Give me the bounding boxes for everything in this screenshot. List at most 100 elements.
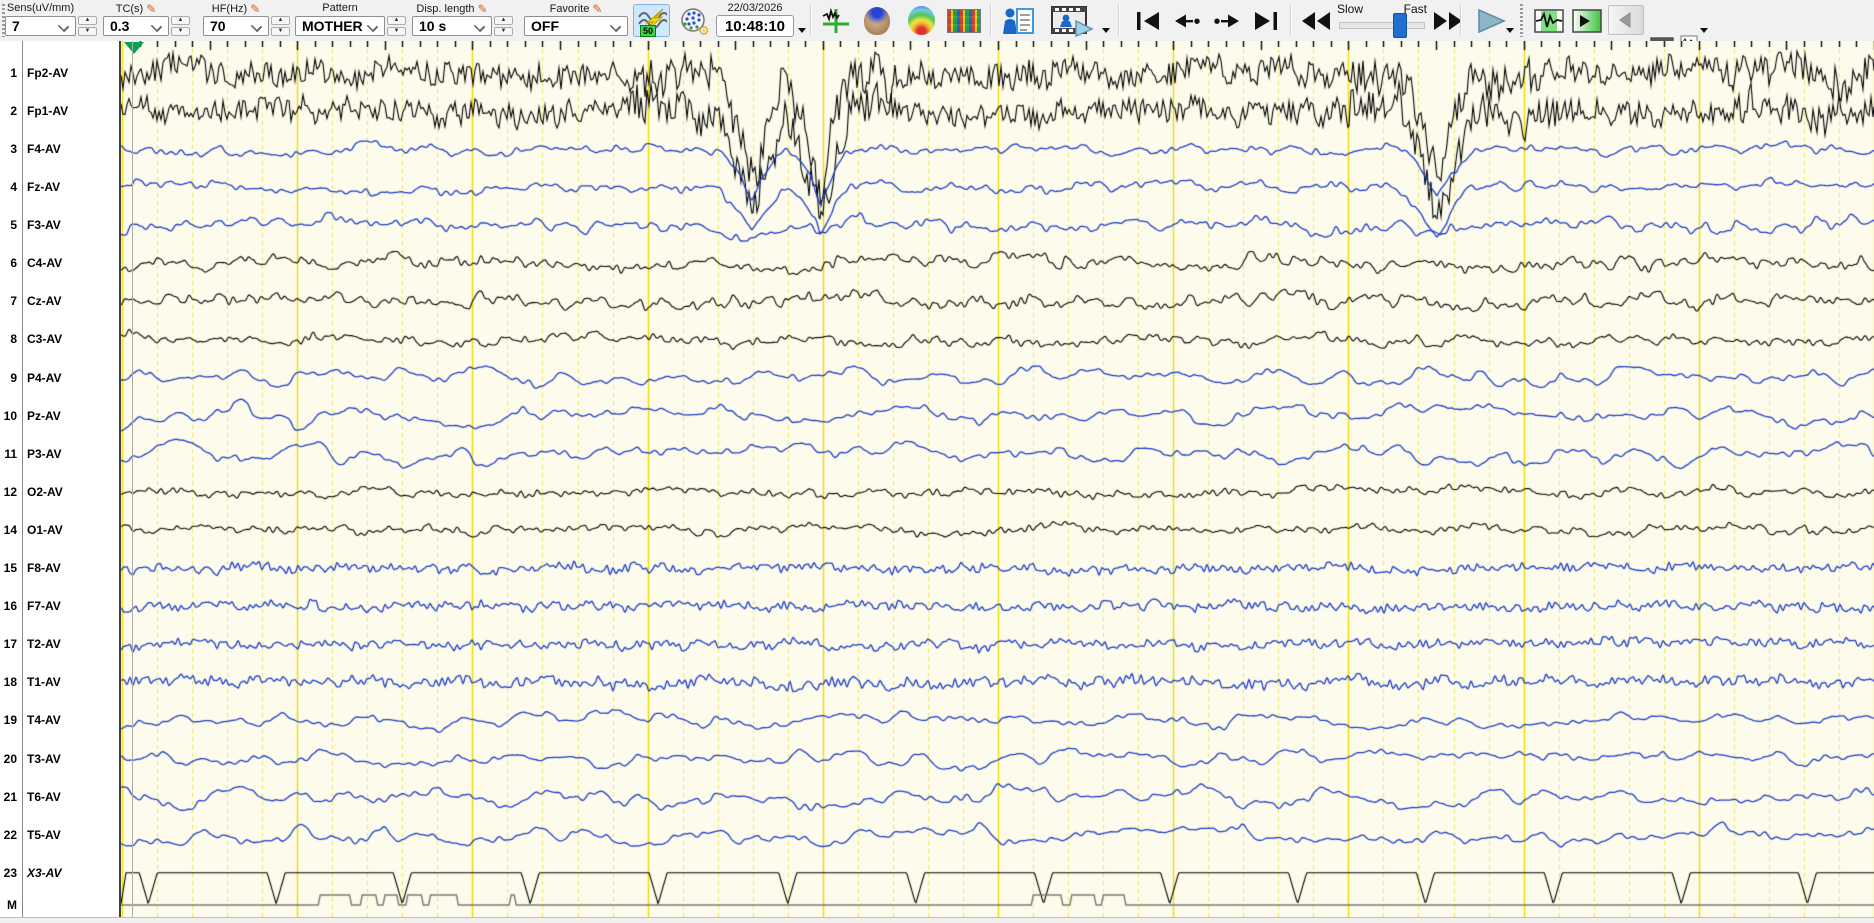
chevron-down-icon <box>366 20 379 33</box>
sens-label: Sens(uV/mm) <box>6 2 75 14</box>
channel-number: 18 <box>3 675 17 690</box>
channel-row[interactable]: 21 T6-AV <box>0 788 119 806</box>
channel-label: Pz-AV <box>27 408 61 423</box>
hf-spinner[interactable]: ▲ ▼ <box>271 16 290 36</box>
patient-info-icon <box>1003 7 1034 34</box>
channel-row[interactable]: 20 T3-AV <box>0 750 119 768</box>
channel-row[interactable]: 7 Cz-AV <box>0 292 119 310</box>
chevron-down-icon <box>609 20 622 33</box>
pattern-combobox[interactable]: MOTHER <box>295 16 385 36</box>
sens-up-button[interactable]: ▲ <box>78 16 97 25</box>
channel-label-panel: 1 Fp2-AV 2 Fp1-AV 3 F4-AV 4 Fz-AV 5 F3-AV 6 C4-AV 7 C… <box>0 41 119 917</box>
fast-forward-button[interactable] <box>1428 4 1468 37</box>
favorite-combobox[interactable]: OFF <box>524 16 628 36</box>
rewind-icon <box>1302 11 1330 30</box>
electrode-montage-button[interactable]: ⚙ <box>673 4 715 37</box>
hf-combobox[interactable]: 70 <box>203 16 269 36</box>
sens-value: 7 <box>12 18 20 34</box>
disp-down-button[interactable]: ▼ <box>494 27 513 36</box>
next-page-button[interactable] <box>1208 4 1246 37</box>
pattern-up-button[interactable]: ▲ <box>387 16 406 25</box>
marker-channel-row[interactable]: M <box>0 896 119 914</box>
previous-page-button[interactable] <box>1168 4 1206 37</box>
disp-up-button[interactable]: ▲ <box>494 16 513 25</box>
last-page-button[interactable] <box>1248 4 1284 37</box>
head-3d-icon <box>864 6 890 35</box>
label-divider <box>22 41 23 917</box>
channel-row[interactable]: 2 Fp1-AV <box>0 102 119 120</box>
disp-length-value: 10 s <box>419 18 447 34</box>
toolbar-grip[interactable] <box>1520 4 1523 37</box>
patient-info-button[interactable] <box>998 4 1040 37</box>
channel-row[interactable]: 5 F3-AV <box>0 216 119 234</box>
channel-number: 8 <box>10 332 17 347</box>
channel-row[interactable]: 8 C3-AV <box>0 330 119 348</box>
sens-combobox[interactable]: 7 <box>5 16 76 36</box>
disp-length-spinner[interactable]: ▲ ▼ <box>494 16 513 36</box>
sens-down-button[interactable]: ▼ <box>78 27 97 36</box>
eeg-plot-area <box>119 41 1874 917</box>
speed-slider-track[interactable] <box>1339 22 1425 29</box>
notch-filter-button[interactable]: 50 <box>633 4 670 37</box>
channel-row[interactable]: 18 T1-AV <box>0 673 119 691</box>
channel-row[interactable]: 17 T2-AV <box>0 635 119 653</box>
speed-slider-handle[interactable] <box>1393 13 1407 38</box>
play-dropdown-arrow[interactable] <box>1506 28 1514 33</box>
clip-dropdown-arrow[interactable] <box>1700 28 1708 33</box>
channel-label: T4-AV <box>27 713 61 728</box>
channel-row[interactable]: 10 Pz-AV <box>0 407 119 425</box>
time-dropdown-arrow[interactable] <box>798 28 806 33</box>
tc-combobox[interactable]: 0.3 <box>103 16 169 36</box>
channel-row[interactable]: 3 F4-AV <box>0 140 119 158</box>
pattern-spinner[interactable]: ▲ ▼ <box>387 16 406 36</box>
channel-number: 6 <box>10 256 17 271</box>
pattern-down-button[interactable]: ▼ <box>387 27 406 36</box>
tc-down-button[interactable]: ▼ <box>171 27 190 36</box>
edit-pencil-icon[interactable]: ✎ <box>250 2 260 16</box>
rewind-button[interactable] <box>1296 4 1336 37</box>
disp-length-label: Disp. length ✎ <box>416 2 488 16</box>
channel-row[interactable]: 23 X3-AV <box>0 864 119 882</box>
channel-row[interactable]: 12 O2-AV <box>0 483 119 501</box>
edit-pencil-icon[interactable]: ✎ <box>592 2 602 16</box>
channel-number: 21 <box>3 789 17 804</box>
channel-row[interactable]: 14 O1-AV <box>0 521 119 539</box>
channel-label: Fz-AV <box>27 180 61 194</box>
edit-pencil-icon[interactable]: ✎ <box>478 2 488 16</box>
first-page-button[interactable] <box>1130 4 1166 37</box>
channel-row[interactable]: 9 P4-AV <box>0 369 119 387</box>
eeg-segment-button[interactable] <box>1532 4 1566 37</box>
head-3d-map-button[interactable] <box>858 4 896 37</box>
channel-row[interactable]: 19 T4-AV <box>0 711 119 729</box>
channel-row[interactable]: 6 C4-AV <box>0 254 119 272</box>
topographic-map-button[interactable] <box>902 4 940 37</box>
eeg-traces-canvas[interactable] <box>121 41 1874 917</box>
video-dropdown-arrow[interactable] <box>1102 28 1110 33</box>
step-back-disabled-button[interactable] <box>1608 5 1644 35</box>
chevron-down-icon <box>57 20 70 33</box>
channel-row[interactable]: 4 Fz-AV <box>0 178 119 196</box>
tc-up-button[interactable]: ▲ <box>171 16 190 25</box>
sens-spinner[interactable]: ▲ ▼ <box>78 16 97 36</box>
channel-label: Fp2-AV <box>27 65 69 80</box>
topo-map-icon <box>907 6 935 35</box>
disp-length-combobox[interactable]: 10 s <box>412 16 492 36</box>
chevron-down-icon <box>250 20 263 33</box>
position-marker-icon[interactable] <box>124 42 144 54</box>
channel-row[interactable]: 16 F7-AV <box>0 597 119 615</box>
tc-spinner[interactable]: ▲ ▼ <box>171 16 190 36</box>
channel-label: Cz-AV <box>27 294 62 309</box>
play-segment-button[interactable] <box>1570 4 1604 37</box>
channel-row[interactable]: 22 T5-AV <box>0 826 119 844</box>
hf-down-button[interactable]: ▼ <box>271 27 290 36</box>
channel-row[interactable]: 15 F8-AV <box>0 559 119 577</box>
video-button[interactable] <box>1046 4 1098 37</box>
channel-row[interactable]: 11 P3-AV <box>0 445 119 463</box>
edit-pencil-icon[interactable]: ✎ <box>146 2 156 16</box>
time-display[interactable]: 10:48:10 <box>716 15 794 37</box>
spectrogram-button[interactable] <box>944 4 984 37</box>
speed-slider: Slow Fast <box>1337 0 1427 41</box>
channel-row[interactable]: 1 Fp2-AV <box>0 64 119 82</box>
hf-up-button[interactable]: ▲ <box>271 16 290 25</box>
trace-view-button[interactable] <box>818 4 854 37</box>
